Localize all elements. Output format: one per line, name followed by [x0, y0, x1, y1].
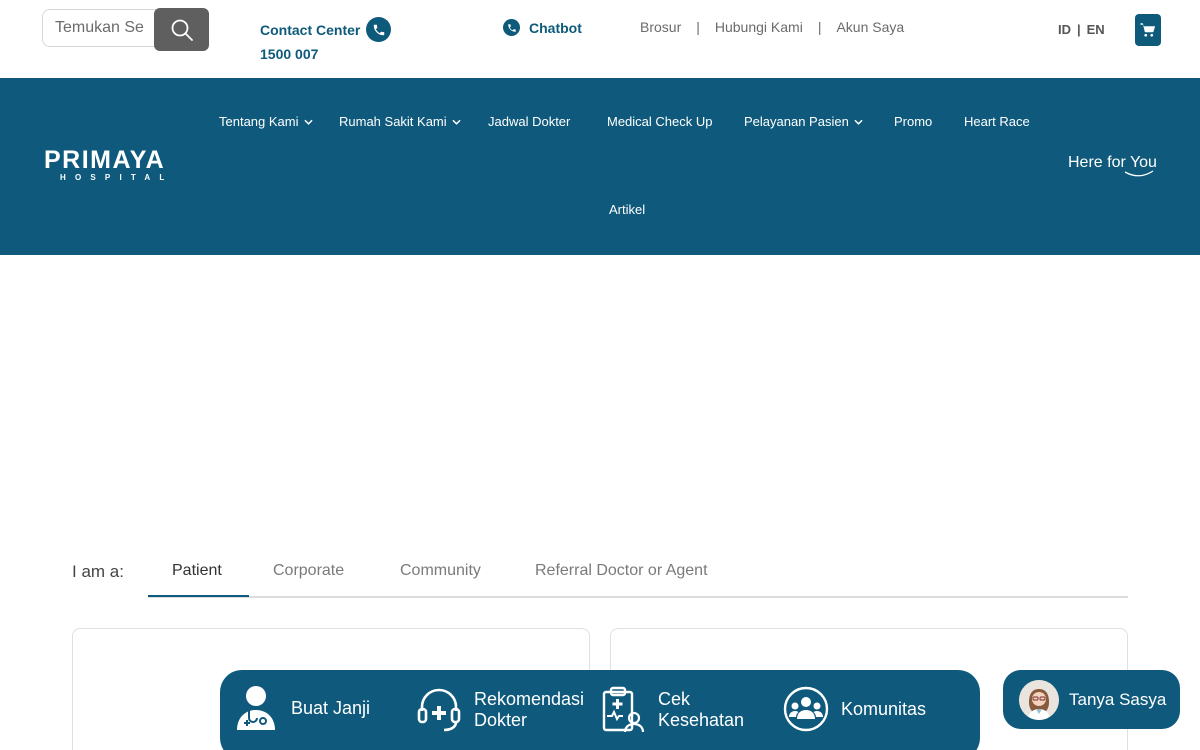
chevron-down-icon	[854, 119, 863, 125]
chevron-down-icon	[452, 119, 461, 125]
nav-promo[interactable]: Promo	[894, 114, 932, 129]
lang-en[interactable]: EN	[1087, 22, 1105, 37]
quick-label: Rekomendasi	[474, 689, 585, 709]
doctor-icon	[233, 685, 279, 731]
primaya-logo[interactable]: PRIMAYA HOSPITAL	[44, 148, 173, 183]
community-icon	[783, 686, 829, 732]
tab-community[interactable]: Community	[400, 562, 481, 580]
quick-label: Dokter	[474, 710, 528, 730]
active-tab-indicator	[148, 595, 249, 597]
rekomendasi-dokter-button[interactable]: Rekomendasi Dokter	[416, 687, 584, 733]
akun-saya-link[interactable]: Akun Saya	[836, 19, 904, 35]
nav-pelayanan-pasien[interactable]: Pelayanan Pasien	[744, 114, 863, 129]
tab-patient[interactable]: Patient	[172, 562, 222, 580]
lang-divider: |	[1077, 22, 1081, 37]
nav-artikel[interactable]: Artikel	[609, 202, 645, 217]
chatbot-link[interactable]: Chatbot	[503, 19, 582, 36]
search-button[interactable]	[154, 8, 209, 51]
headset-plus-icon	[416, 687, 462, 733]
nav-label: Rumah Sakit Kami	[339, 114, 447, 129]
whatsapp-icon	[503, 19, 520, 36]
top-links: Brosur | Hubungi Kami | Akun Saya	[640, 19, 904, 35]
hubungi-kami-link[interactable]: Hubungi Kami	[715, 19, 803, 35]
lang-id[interactable]: ID	[1058, 22, 1071, 37]
search-input[interactable]	[42, 9, 156, 47]
assistant-avatar	[1019, 679, 1059, 720]
divider: |	[696, 19, 700, 35]
nav-heart-race[interactable]: Heart Race	[964, 114, 1030, 129]
top-bar: Contact Center 1500 007 Chatbot Brosur |…	[0, 0, 1200, 78]
buat-janji-button[interactable]: Buat Janji	[233, 685, 370, 731]
tanya-sasya-label: Tanya Sasya	[1069, 689, 1167, 709]
cart-icon	[1140, 23, 1156, 37]
audience-prompt: I am a:	[72, 562, 124, 581]
phone-icon	[366, 17, 392, 42]
nav-label: Tentang Kami	[219, 114, 299, 129]
cek-kesehatan-button[interactable]: Cek Kesehatan	[600, 686, 745, 733]
quick-label: Cek	[658, 689, 691, 709]
contact-center-number: 1500 007	[260, 46, 319, 62]
tagline: Here for You	[1068, 154, 1157, 177]
clipboard-health-icon	[600, 686, 646, 733]
main-navigation: PRIMAYA HOSPITAL Tentang Kami Rumah Saki…	[0, 78, 1200, 255]
logo-subtitle: HOSPITAL	[60, 173, 174, 182]
komunitas-button[interactable]: Komunitas	[783, 686, 926, 732]
tanya-sasya-button[interactable]: Tanya Sasya	[1003, 670, 1180, 729]
language-switcher: ID | EN	[1058, 22, 1105, 37]
nav-label: Pelayanan Pasien	[744, 114, 849, 129]
tab-corporate[interactable]: Corporate	[273, 562, 344, 580]
cart-button[interactable]	[1135, 14, 1161, 46]
contact-center-title: Contact Center	[260, 21, 361, 38]
chatbot-label: Chatbot	[529, 19, 582, 36]
nav-label: Jadwal Dokter	[488, 114, 571, 129]
quick-label: Komunitas	[841, 698, 927, 719]
tagline-text: Here for You	[1068, 154, 1157, 171]
search-icon	[171, 19, 193, 41]
nav-label: Heart Race	[964, 114, 1030, 129]
nav-jadwal-dokter[interactable]: Jadwal Dokter	[488, 114, 570, 129]
nav-label: Medical Check Up	[607, 114, 713, 129]
search-box	[42, 8, 209, 51]
brosur-link[interactable]: Brosur	[640, 19, 681, 35]
logo-name: PRIMAYA	[44, 146, 166, 174]
nav-medical-check-up[interactable]: Medical Check Up	[607, 114, 713, 129]
tabs-divider	[148, 596, 1128, 598]
quick-label: Kesehatan	[658, 710, 745, 730]
divider: |	[817, 19, 822, 35]
nav-label: Promo	[894, 114, 933, 129]
tab-referral[interactable]: Referral Doctor or Agent	[535, 562, 708, 580]
nav-label: Artikel	[609, 202, 646, 217]
quick-label: Buat Janji	[291, 697, 371, 718]
quick-action-bar: Buat Janji Rekomendasi Dokter Cek Keseha…	[220, 670, 980, 750]
nav-tentang-kami[interactable]: Tentang Kami	[219, 114, 313, 129]
chevron-down-icon	[303, 119, 313, 125]
contact-center[interactable]: Contact Center 1500 007	[260, 17, 392, 62]
smile-swoosh-icon	[1124, 170, 1154, 177]
nav-rumah-sakit-kami[interactable]: Rumah Sakit Kami	[339, 114, 461, 129]
